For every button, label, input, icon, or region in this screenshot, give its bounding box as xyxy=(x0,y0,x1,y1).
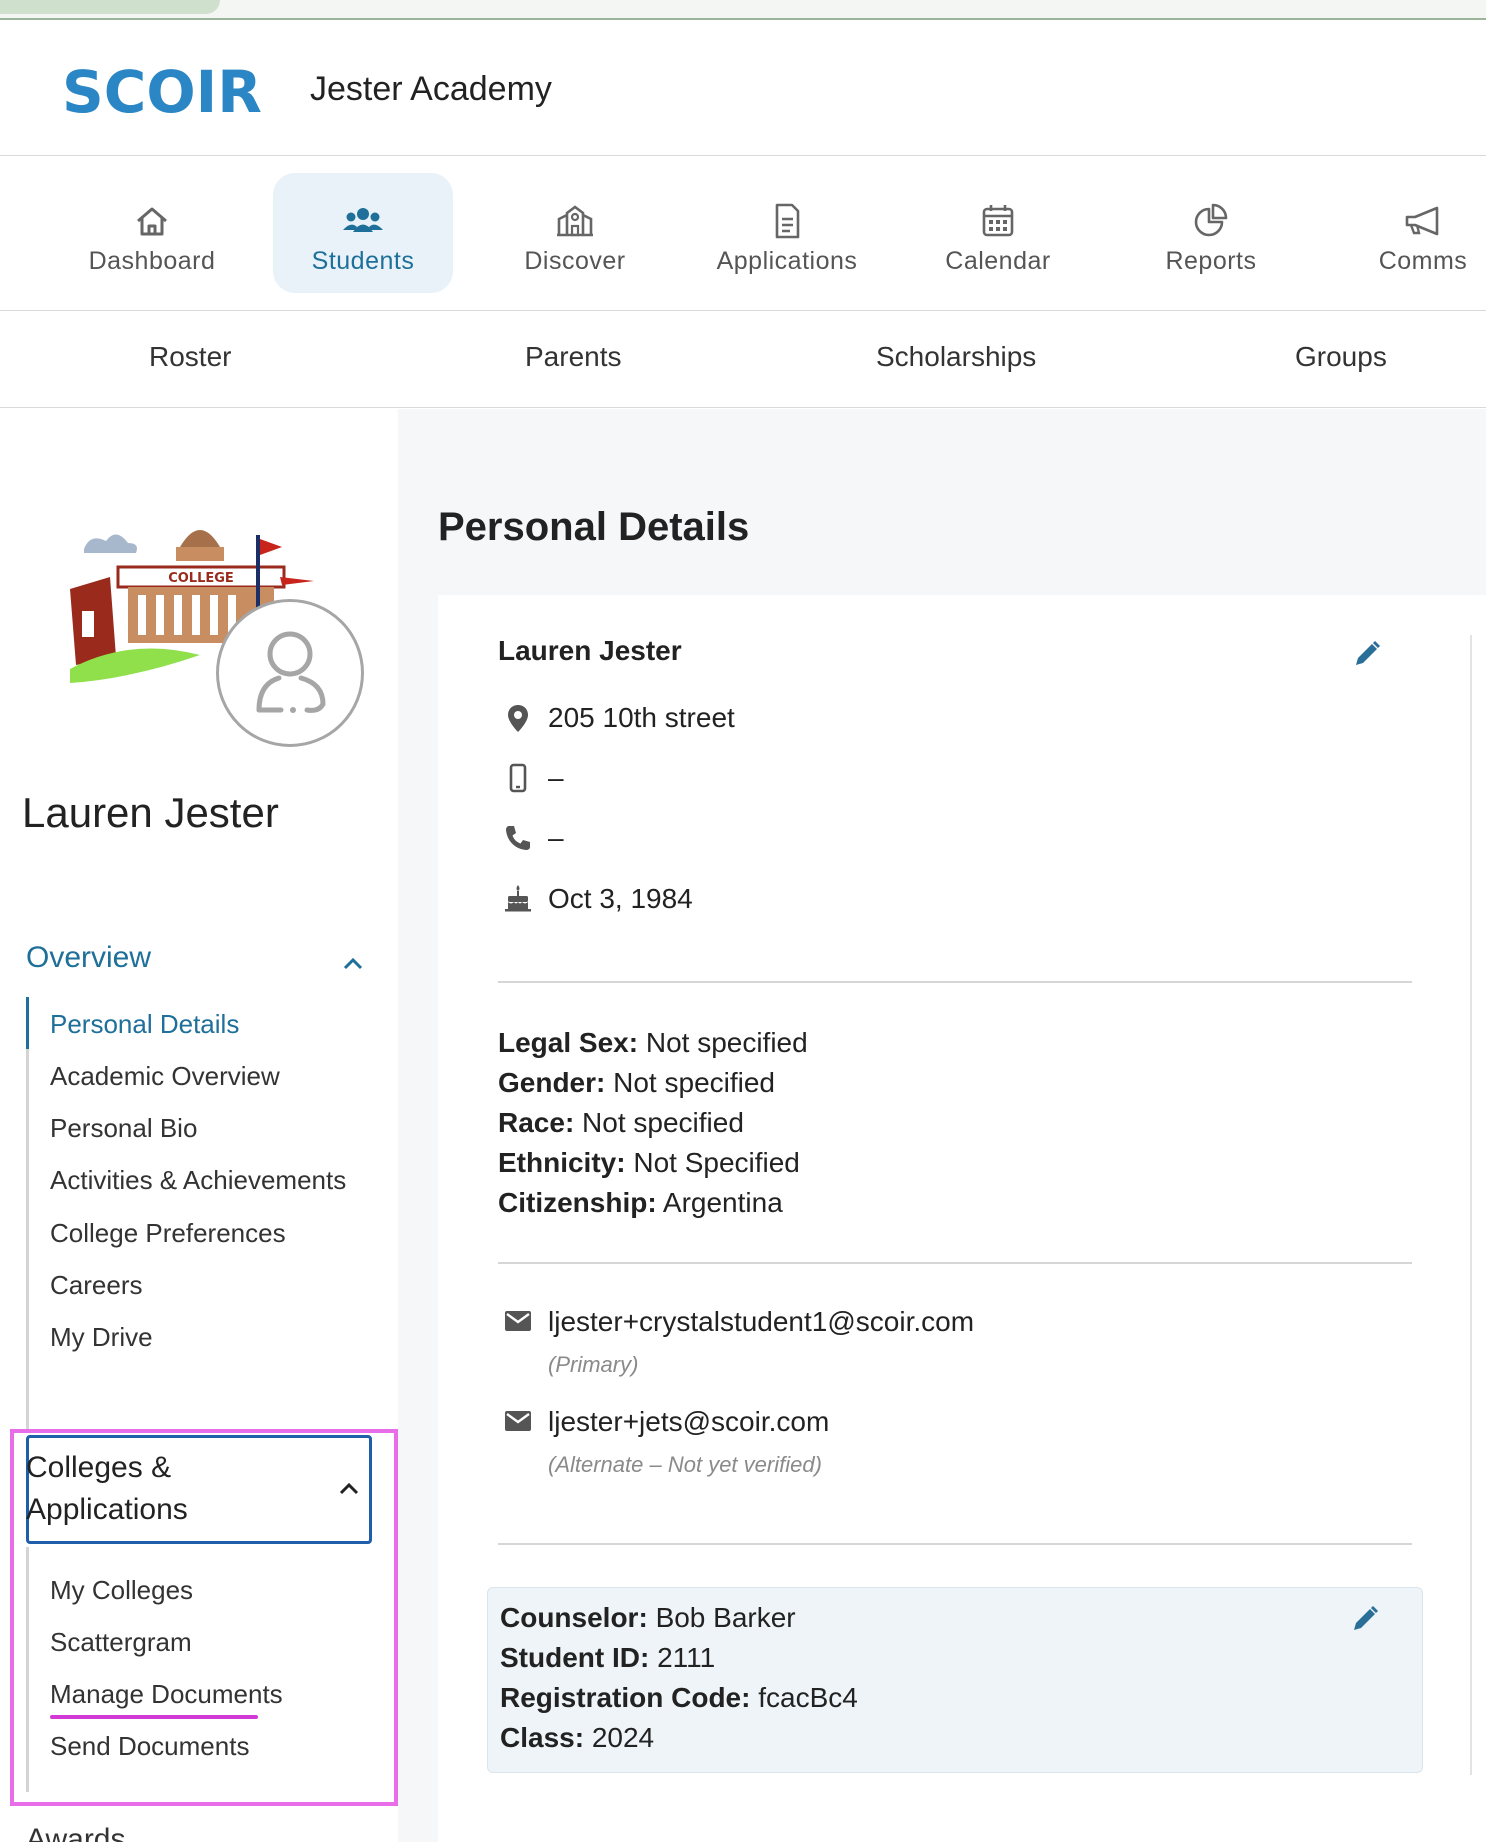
calendar-icon xyxy=(982,205,1014,237)
menu-item-academic-overview[interactable]: Academic Overview xyxy=(50,1061,280,1092)
logo-text: SCOIR xyxy=(62,60,262,120)
school-name: Jester Academy xyxy=(310,70,552,108)
nav-label: Applications xyxy=(716,247,858,275)
info-student-id: Student ID: 2111 xyxy=(500,1642,716,1673)
divider xyxy=(498,1543,1412,1545)
nav-students[interactable]: Students xyxy=(273,173,453,293)
selected-indicator xyxy=(26,997,29,1049)
college-label: COLLEGE xyxy=(168,571,234,586)
subnav-roster[interactable]: Roster xyxy=(149,341,231,373)
edit-pencil-icon[interactable] xyxy=(1350,637,1384,671)
nav-label: Students xyxy=(311,247,415,275)
menu-rail xyxy=(26,1547,29,1792)
menu-item-personal-details[interactable]: Personal Details xyxy=(50,1009,239,1040)
avatar[interactable] xyxy=(216,599,364,747)
birthday-cake-icon xyxy=(505,885,531,912)
attr-race: Race: Not specified xyxy=(498,1107,744,1138)
menu-item-my-drive[interactable]: My Drive xyxy=(50,1322,153,1353)
school-icon xyxy=(557,205,593,237)
menu-item-personal-bio[interactable]: Personal Bio xyxy=(50,1113,197,1144)
menu-item-college-preferences[interactable]: College Preferences xyxy=(50,1218,286,1249)
nav-label: Calendar xyxy=(945,247,1051,275)
nav-discover[interactable]: Discover xyxy=(485,173,665,293)
browser-tab-strip xyxy=(0,0,1486,20)
user-icon xyxy=(256,631,326,713)
subnav-scholarships[interactable]: Scholarships xyxy=(876,341,1036,373)
subnav-parents[interactable]: Parents xyxy=(525,341,622,373)
card-edge xyxy=(1470,635,1472,1775)
attr-gender: Gender: Not specified xyxy=(498,1067,776,1098)
nav-label: Discover xyxy=(524,247,626,275)
nav-label: Comms xyxy=(1378,247,1468,275)
mobile-text: – xyxy=(548,762,564,793)
address-text: 205 10th street xyxy=(548,702,735,733)
nav-label: Dashboard xyxy=(88,247,216,275)
chevron-up-icon[interactable] xyxy=(336,1476,362,1502)
scoir-logo[interactable]: SCOIR xyxy=(62,60,272,120)
menu-item-activities-achievements[interactable]: Activities & Achievements xyxy=(50,1165,346,1196)
edit-pencil-icon[interactable] xyxy=(1348,1602,1382,1636)
divider xyxy=(498,1262,1412,1264)
app-header: SCOIR Jester Academy xyxy=(0,20,1486,156)
divider xyxy=(498,981,1412,983)
menu-item-careers[interactable]: Careers xyxy=(50,1270,142,1301)
annotation-underline xyxy=(50,1715,258,1719)
nav-applications[interactable]: Applications xyxy=(697,173,877,293)
subnav-groups[interactable]: Groups xyxy=(1295,341,1387,373)
main-nav: Dashboard Students Discover Applications… xyxy=(0,157,1486,311)
megaphone-icon xyxy=(1405,206,1439,236)
student-name: Lauren Jester xyxy=(22,789,279,836)
home-icon xyxy=(137,207,167,236)
page-title: Personal Details xyxy=(438,505,750,549)
pie-chart-icon xyxy=(1194,203,1228,237)
colleges-section-header[interactable]: Colleges & Applications xyxy=(26,1447,188,1531)
info-registration-code: Registration Code: fcacBc4 xyxy=(500,1682,858,1713)
nav-comms[interactable]: Comms xyxy=(1333,173,1486,293)
nav-dashboard[interactable]: Dashboard xyxy=(62,173,242,293)
student-full-name: Lauren Jester xyxy=(498,635,682,666)
document-icon xyxy=(775,203,800,239)
browser-tab xyxy=(0,0,220,14)
nav-calendar[interactable]: Calendar xyxy=(908,173,1088,293)
student-sidebar: COLLEGE Lauren Jester Overview Personal … xyxy=(0,409,398,1842)
users-icon xyxy=(343,208,383,232)
location-pin-icon xyxy=(508,705,528,732)
alternate-email-note: (Alternate – Not yet verified) xyxy=(548,1452,822,1477)
primary-email-note: (Primary) xyxy=(548,1352,639,1377)
phone-text: – xyxy=(548,822,564,853)
colleges-title-line1: Colleges & xyxy=(26,1451,172,1484)
alternate-email[interactable]: ljester+jets@scoir.com xyxy=(548,1406,829,1438)
nav-reports[interactable]: Reports xyxy=(1121,173,1301,293)
menu-item-scattergram[interactable]: Scattergram xyxy=(50,1627,192,1658)
mail-icon xyxy=(505,1411,531,1431)
menu-item-manage-documents[interactable]: Manage Documents xyxy=(50,1679,283,1710)
birthday-text: Oct 3, 1984 xyxy=(548,883,693,914)
overview-section-header[interactable]: Overview xyxy=(26,941,151,975)
menu-item-my-colleges[interactable]: My Colleges xyxy=(50,1575,193,1606)
colleges-title-line2: Applications xyxy=(26,1493,188,1526)
chevron-up-icon[interactable] xyxy=(340,951,366,977)
primary-email[interactable]: ljester+crystalstudent1@scoir.com xyxy=(548,1306,974,1338)
menu-item-send-documents[interactable]: Send Documents xyxy=(50,1731,249,1762)
nav-label: Reports xyxy=(1165,247,1257,275)
info-counselor: Counselor: Bob Barker xyxy=(500,1602,796,1633)
awards-section-header[interactable]: Awards xyxy=(26,1823,126,1842)
attr-legal-sex: Legal Sex: Not specified xyxy=(498,1027,808,1058)
info-class: Class: 2024 xyxy=(500,1722,655,1753)
sub-nav: Roster Parents Scholarships Groups xyxy=(0,311,1486,408)
attr-citizenship: Citizenship: Argentina xyxy=(498,1187,783,1218)
phone-icon xyxy=(506,826,530,850)
menu-rail xyxy=(26,1049,29,1429)
attr-ethnicity: Ethnicity: Not Specified xyxy=(498,1147,800,1178)
mobile-phone-icon xyxy=(509,763,527,793)
mail-icon xyxy=(505,1311,531,1331)
